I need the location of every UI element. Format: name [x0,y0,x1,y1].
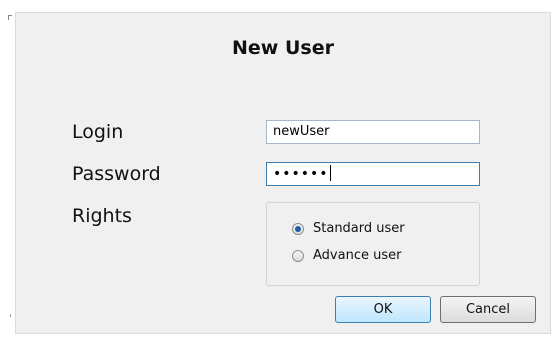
rights-group: Standard user Advance user [266,202,480,286]
radio-advance-user-label: Advance user [313,248,402,263]
new-user-dialog: New User Login newUser Password •••••• R… [15,12,551,334]
cancel-button[interactable]: Cancel [440,296,536,323]
radio-unchecked-icon[interactable] [292,249,304,262]
password-input-value: •••••• [273,166,329,182]
edge-mark [10,314,11,317]
radio-standard-user[interactable]: Standard user [292,221,405,236]
radio-standard-user-label: Standard user [313,221,405,236]
login-label: Login [72,121,124,143]
login-input-value: newUser [273,124,330,139]
password-input[interactable]: •••••• [266,162,480,186]
window-corner-mark [8,15,12,20]
radio-checked-icon[interactable] [292,222,304,235]
text-caret [329,165,331,181]
dialog-title: New User [232,37,334,59]
rights-label: Rights [72,205,132,227]
password-label: Password [72,163,161,185]
login-input[interactable]: newUser [266,120,480,144]
ok-button[interactable]: OK [335,296,431,323]
radio-advance-user[interactable]: Advance user [292,248,401,263]
